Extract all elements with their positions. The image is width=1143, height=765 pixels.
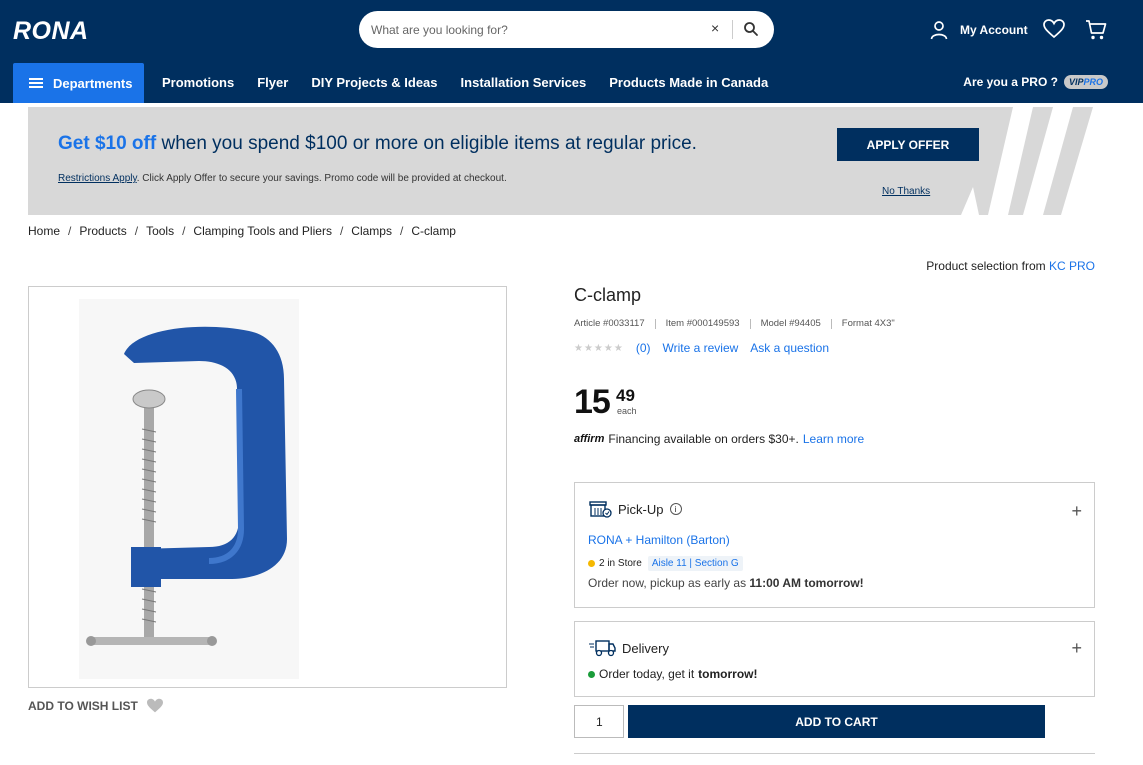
promo-highlight: Get $10 off [58, 133, 157, 154]
breadcrumb-products[interactable]: Products [79, 224, 126, 238]
c-clamp-illustration [79, 299, 299, 679]
search-bar: × [359, 11, 774, 48]
model-number: Model #94405 [760, 318, 821, 329]
aisle-location: Aisle 11 | Section G [647, 556, 743, 571]
price-dollars: 15 [574, 383, 611, 421]
no-thanks-link[interactable]: No Thanks [882, 186, 930, 197]
quantity-input[interactable]: 1 [574, 705, 624, 738]
add-to-wish-list[interactable]: ADD TO WISH LIST [28, 698, 164, 714]
breadcrumb-tools[interactable]: Tools [146, 224, 174, 238]
brand-link[interactable]: KC PRO [1049, 259, 1095, 273]
departments-label: Departments [53, 75, 133, 91]
delivery-card[interactable]: Delivery + Order today, get it tomorrow! [574, 621, 1095, 697]
financing-info: affirm Financing available on orders $30… [574, 432, 864, 446]
expand-delivery-icon[interactable]: + [1071, 638, 1082, 659]
review-count[interactable]: (0) [636, 341, 651, 355]
nav-promotions[interactable]: Promotions [162, 75, 234, 90]
learn-more-link[interactable]: Learn more [803, 432, 864, 446]
pro-label: Are you a PRO ? [963, 75, 1058, 89]
search-input[interactable] [371, 20, 691, 40]
pickup-time: 11:00 AM tomorrow! [749, 576, 864, 590]
product-meta: Article #0033117 Item #000149593 Model #… [574, 318, 895, 329]
nav-installation-services[interactable]: Installation Services [461, 75, 587, 90]
article-number: Article #0033117 [574, 318, 645, 329]
nav-made-in-canada[interactable]: Products Made in Canada [609, 75, 768, 90]
promo-title: Get $10 off when you spend $100 or more … [58, 133, 697, 155]
item-number: Item #000149593 [665, 318, 740, 329]
nav-flyer[interactable]: Flyer [257, 75, 288, 90]
ask-question-link[interactable]: Ask a question [750, 341, 829, 355]
nav-diy-projects[interactable]: DIY Projects & Ideas [311, 75, 437, 90]
info-icon[interactable]: i [669, 503, 682, 515]
main-nav: Departments Promotions Flyer DIY Project… [0, 63, 1143, 103]
rona-logo[interactable]: RONA [13, 17, 89, 46]
cart-icon[interactable] [1085, 19, 1107, 41]
breadcrumb-clamps[interactable]: Clamps [351, 224, 392, 238]
rating-row: ★★★★★ (0) Write a review Ask a question [574, 341, 829, 355]
write-review-link[interactable]: Write a review [663, 341, 739, 355]
pro-link[interactable]: Are you a PRO ? VIPPRO [963, 75, 1108, 89]
search-divider [732, 20, 733, 39]
search-icon[interactable] [743, 21, 759, 37]
breadcrumb-current: C-clamp [411, 224, 456, 238]
stock-dot [588, 560, 595, 567]
promo-subtext: Restrictions Apply. Click Apply Offer to… [58, 173, 507, 184]
departments-button[interactable]: Departments [13, 63, 144, 103]
price-cents: 49 [616, 386, 635, 405]
clear-search-icon[interactable]: × [711, 20, 719, 36]
divider [574, 753, 1095, 754]
affirm-logo: affirm [574, 433, 605, 445]
price: 15 49 each [574, 383, 637, 422]
format: Format 4X3" [841, 318, 895, 329]
delivery-dot [588, 670, 595, 678]
restrictions-link[interactable]: Restrictions Apply [58, 173, 137, 184]
vip-pro-badge: VIPPRO [1063, 75, 1108, 89]
delivery-title: Delivery [622, 640, 669, 656]
stock-count: 2 in Store [599, 558, 642, 569]
price-unit: each [617, 406, 637, 416]
expand-pickup-icon[interactable]: + [1071, 501, 1082, 522]
delivery-header: Delivery [588, 638, 669, 658]
pickup-card[interactable]: Pick-Up i + RONA + Hamilton (Barton) 2 i… [574, 482, 1095, 608]
wishlist-heart-icon[interactable] [1043, 19, 1065, 39]
delivery-eta: Order today, get it tomorrow! [588, 667, 757, 681]
decorative-stripes [961, 107, 1095, 215]
pickup-header: Pick-Up i [588, 499, 682, 519]
truck-icon [589, 640, 616, 657]
product-image[interactable] [28, 286, 507, 688]
rating-stars-icon: ★★★★★ [574, 342, 624, 354]
breadcrumb-home[interactable]: Home [28, 224, 60, 238]
breadcrumb: Home / Products / Tools / Clamping Tools an… [28, 224, 456, 238]
my-account-label: My Account [960, 23, 1028, 37]
pickup-title: Pick-Up [618, 501, 664, 517]
menu-icon [29, 78, 43, 88]
add-to-cart-button[interactable]: ADD TO CART [628, 705, 1045, 738]
product-title: C-clamp [574, 285, 642, 305]
store-link[interactable]: RONA + Hamilton (Barton) [588, 533, 730, 547]
site-header: RONA × My Account Departments Promotions… [0, 0, 1143, 103]
nav-links: Promotions Flyer DIY Projects & Ideas In… [162, 75, 768, 90]
promo-banner: Get $10 off when you spend $100 or more … [28, 107, 1095, 215]
breadcrumb-clamping-tools[interactable]: Clamping Tools and Pliers [193, 224, 332, 238]
wish-list-label: ADD TO WISH LIST [28, 699, 138, 713]
financing-text: Financing available on orders $30+. [608, 432, 799, 446]
product-selection: Product selection from KC PRO [926, 259, 1095, 273]
promo-text: when you spend $100 or more on eligible … [156, 133, 697, 154]
user-icon [930, 21, 948, 40]
store-icon [589, 501, 612, 518]
heart-icon [146, 698, 163, 713]
stock-status: 2 in Store Aisle 11 | Section G [588, 556, 743, 571]
pickup-eta: Order now, pickup as early as 11:00 AM t… [588, 576, 864, 590]
my-account-link[interactable]: My Account [930, 19, 1028, 41]
